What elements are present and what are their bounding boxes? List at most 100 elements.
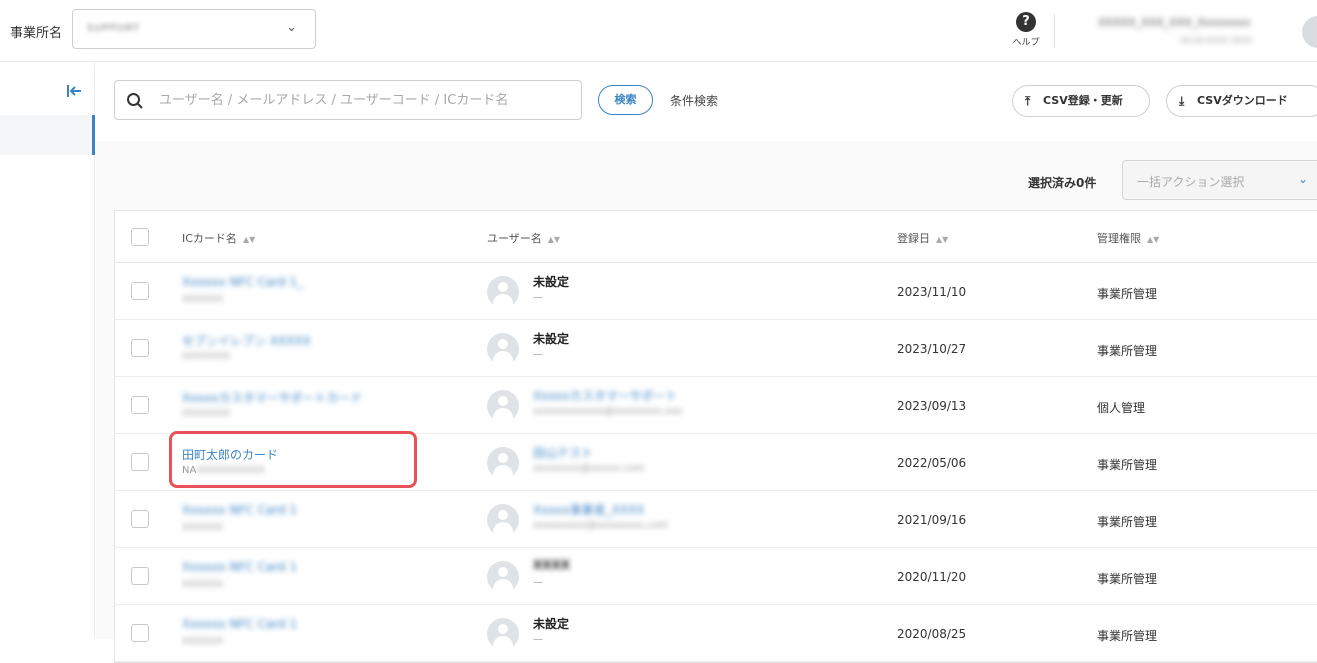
user-name[interactable]: 田山テスト	[533, 444, 593, 461]
table-row[interactable]: Xxxxxx NFC Card 1 XXXXXX Xxxxx事業者_XXXX x…	[115, 491, 1317, 548]
card-name-link[interactable]: Xxxxxx NFC Card 1	[182, 560, 297, 574]
user-avatar-icon	[487, 618, 519, 650]
registered-date: 2021/09/16	[897, 513, 967, 527]
column-header-card-name[interactable]: ICカード名 ▲▼	[182, 230, 255, 246]
user-name: 未設定	[533, 617, 570, 631]
registered-date: 2023/11/10	[897, 285, 967, 299]
office-label: 事業所名	[10, 26, 63, 41]
table-row[interactable]: セブンイレブン XXXXX XXXXXXX 未設定 — 2023/10/27 事…	[115, 320, 1317, 377]
user-sub: —	[533, 634, 543, 645]
selected-count: 選択済み0件	[1028, 176, 1097, 190]
user-sub: —	[533, 292, 543, 303]
office-select[interactable]: SUPPORT ⌄	[72, 9, 316, 49]
column-header-permission[interactable]: 管理権限 ▲▼	[1097, 230, 1159, 246]
card-code: XXXXXXX	[182, 351, 230, 362]
csv-upload-button[interactable]: ⤒ CSV登録・更新	[1012, 85, 1150, 117]
registered-date: 2020/11/20	[897, 570, 967, 584]
account-name[interactable]: XXXXX_XXX_XXX_Xxxxxxxx	[1098, 16, 1251, 29]
condition-search-button[interactable]: 条件検索	[670, 92, 718, 109]
sort-icon: ▲▼	[242, 235, 256, 244]
row-checkbox[interactable]	[131, 567, 149, 585]
card-code: XXXXXX	[182, 522, 224, 533]
card-code: XXXXXX	[182, 294, 224, 305]
card-code: NAXXXXXXXXXX	[182, 465, 265, 476]
search-button[interactable]: 検索	[598, 85, 653, 115]
sidebar-item-active[interactable]	[0, 115, 95, 155]
table-row[interactable]: Xxxxxカスタマーサポートカード XXXXXXX Xxxxxカスタマーサポート…	[115, 377, 1317, 434]
table-header: ICカード名 ▲▼ ユーザー名 ▲▼ 登録日 ▲▼ 管理権限 ▲▼	[115, 211, 1317, 263]
search-icon	[125, 91, 145, 111]
card-name-link[interactable]: Xxxxxカスタマーサポートカード	[182, 389, 362, 406]
chevron-down-icon: ⌄	[1298, 172, 1309, 186]
user-avatar-icon	[487, 390, 519, 422]
card-code: XXXXXXX	[182, 408, 230, 419]
user-sub: xxxxxxxx@xxxxx.com	[533, 463, 645, 474]
user-sub: —	[533, 349, 543, 360]
user-sub: xxxxxxxxx@xxxxxxxx.com	[533, 520, 669, 531]
registered-date: 2023/10/27	[897, 342, 967, 356]
sort-icon: ▲▼	[547, 235, 561, 244]
sort-icon: ▲▼	[1147, 235, 1160, 244]
user-sub: xxxxxxxxxxxx@xxxxxxxx.xxx	[533, 406, 683, 417]
row-checkbox[interactable]	[131, 339, 149, 357]
collapse-sidebar-icon[interactable]	[64, 81, 84, 101]
row-checkbox[interactable]	[131, 510, 149, 528]
bulk-action-select[interactable]: 一括アクション選択 ⌄	[1122, 160, 1317, 200]
main-content: 検索 条件検索 ⤒ CSV登録・更新 ⤓ CSVダウンロード 選択済み0件 一括…	[96, 63, 1317, 663]
card-code: XXXXXX	[182, 579, 224, 590]
column-header-user-name[interactable]: ユーザー名 ▲▼	[487, 230, 560, 246]
user-name: 未設定	[533, 332, 570, 346]
user-sub: —	[533, 577, 543, 588]
registered-date: 2022/05/06	[897, 456, 967, 470]
search-box[interactable]	[114, 80, 582, 120]
card-code: XXXXXX	[182, 636, 224, 647]
csv-download-button[interactable]: ⤓ CSVダウンロード	[1166, 85, 1317, 117]
permission: 事業所管理	[1097, 458, 1158, 472]
help-label: ヘルプ	[1012, 38, 1040, 48]
row-checkbox[interactable]	[131, 396, 149, 414]
search-input[interactable]	[159, 89, 569, 111]
account-sub: XX-XX-XXXX XXXX	[1180, 36, 1253, 45]
table-row[interactable]: Xxxxxx NFC Card 1_ XXXXXX 未設定 — 2023/11/…	[115, 263, 1317, 320]
row-checkbox[interactable]	[131, 282, 149, 300]
csv-upload-label: CSV登録・更新	[1043, 94, 1123, 107]
registered-date: 2023/09/13	[897, 399, 967, 413]
download-icon: ⤓	[1179, 94, 1185, 108]
question-icon: ?	[1016, 12, 1036, 32]
header-divider	[1054, 14, 1055, 48]
sidebar	[0, 63, 95, 639]
permission: 事業所管理	[1097, 629, 1158, 643]
help-button[interactable]: ? ヘルプ	[1010, 12, 1042, 48]
table-row[interactable]: 田町太郎のカード NAXXXXXXXXXX 田山テスト xxxxxxxx@xxx…	[115, 431, 1317, 491]
user-name[interactable]: Xxxxxカスタマーサポート	[533, 387, 677, 404]
user-avatar-icon	[487, 276, 519, 308]
upload-icon: ⤒	[1025, 94, 1031, 108]
card-name-link[interactable]: 田町太郎のカード	[182, 446, 278, 463]
user-avatar-icon	[487, 504, 519, 536]
avatar[interactable]	[1302, 16, 1317, 48]
sort-icon: ▲▼	[936, 235, 949, 244]
table-row[interactable]: Xxxxxx NFC Card 1 XXXXXX XXXX — 2020/11/…	[115, 548, 1317, 605]
card-name-link[interactable]: Xxxxxx NFC Card 1	[182, 503, 297, 517]
user-name: XXXX	[533, 558, 571, 572]
permission: 事業所管理	[1097, 344, 1158, 358]
table-row[interactable]: Xxxxxx NFC Card 1 XXXXXX 未設定 — 2020/08/2…	[115, 605, 1317, 662]
user-name[interactable]: Xxxxx事業者_XXXX	[533, 501, 645, 518]
select-all-checkbox[interactable]	[131, 228, 149, 246]
user-name: 未設定	[533, 275, 570, 289]
row-checkbox[interactable]	[131, 624, 149, 642]
card-name-link[interactable]: Xxxxxx NFC Card 1	[182, 617, 297, 631]
permission: 事業所管理	[1097, 515, 1158, 529]
user-avatar-icon	[487, 333, 519, 365]
csv-download-label: CSVダウンロード	[1197, 94, 1288, 107]
column-header-date[interactable]: 登録日 ▲▼	[897, 230, 948, 246]
card-name-link[interactable]: セブンイレブン XXXXX	[182, 332, 311, 349]
toolbar: 検索 条件検索 ⤒ CSV登録・更新 ⤓ CSVダウンロード	[96, 63, 1317, 141]
user-avatar-icon	[487, 447, 519, 479]
chevron-down-icon: ⌄	[286, 20, 297, 35]
permission: 事業所管理	[1097, 287, 1158, 301]
top-header: 事業所名 SUPPORT ⌄ ? ヘルプ XXXXX_XXX_XXX_Xxxxx…	[0, 0, 1317, 62]
card-name-link[interactable]: Xxxxxx NFC Card 1_	[182, 275, 303, 289]
row-checkbox[interactable]	[131, 453, 149, 471]
bulk-action-placeholder: 一括アクション選択	[1137, 175, 1245, 189]
